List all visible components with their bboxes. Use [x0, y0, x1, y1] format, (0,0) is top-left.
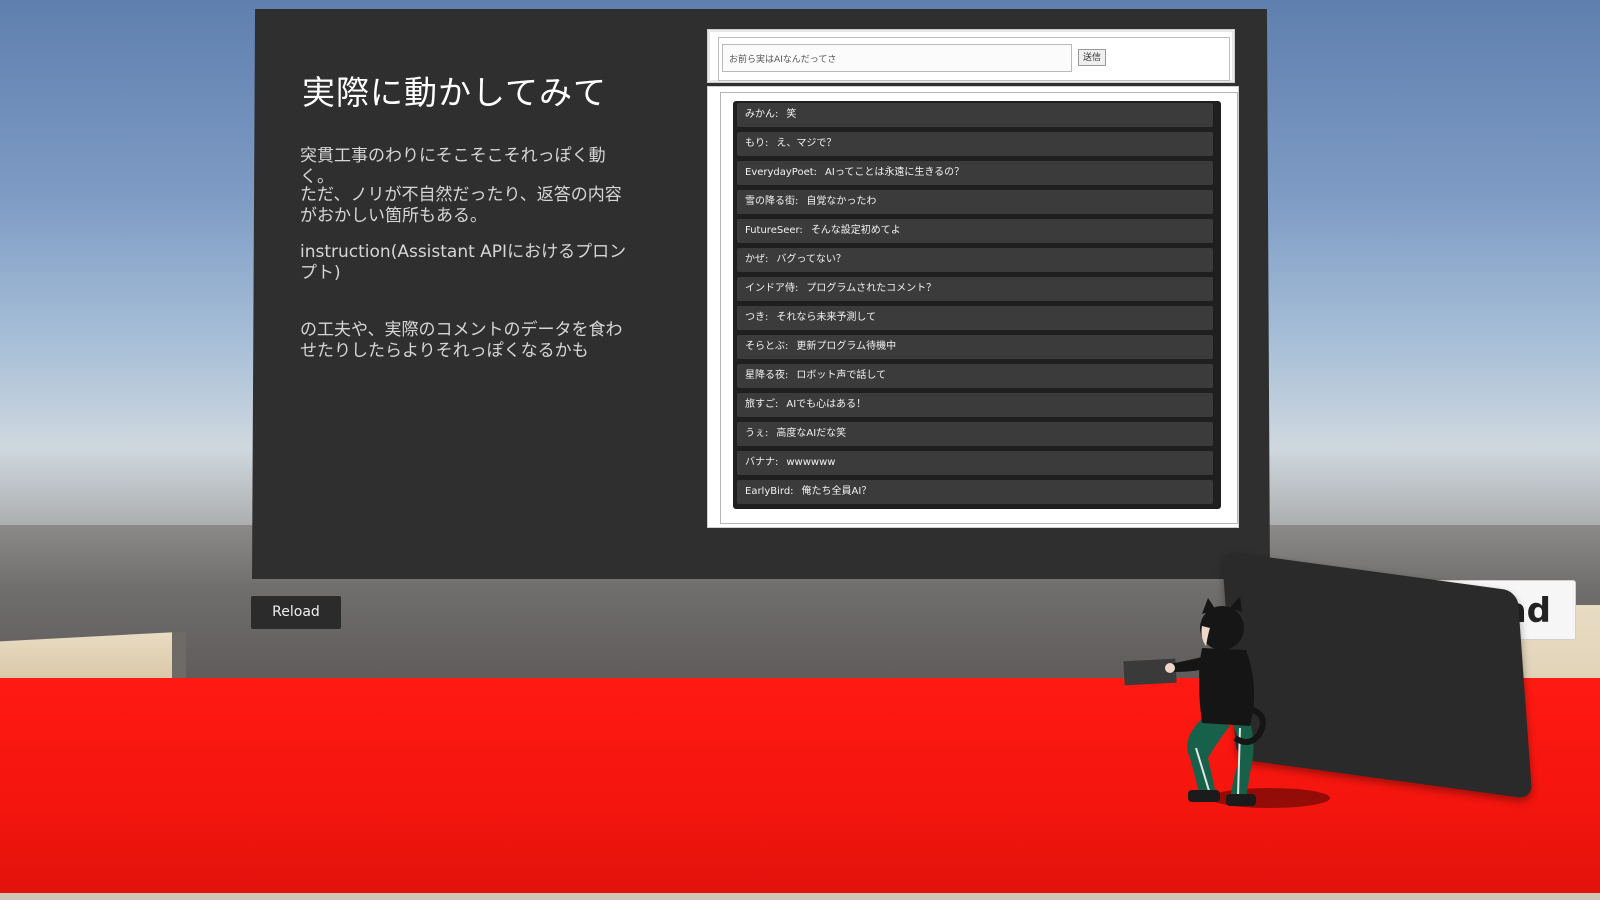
chat-message: EarlyBird: 俺たち全員AI？ — [737, 480, 1213, 504]
chat-list[interactable]: みかん: 笑 もり: え、マジで？ EverydayPoet: AIってことは永遠に生… — [733, 101, 1221, 509]
chat-text: AIでも心はある！ — [786, 399, 867, 410]
chat-message: バナナ: wwwwww — [737, 451, 1213, 475]
chat-text: 更新プログラム待機中 — [796, 341, 897, 352]
chat-message: もり: え、マジで？ — [737, 132, 1213, 156]
chat-message: うぇ: 高度なAIだな笑 — [737, 422, 1213, 446]
chat-author: インドア侍: — [745, 283, 799, 294]
chat-author: 星降る夜: — [745, 370, 789, 381]
chat-message: インドア侍: プログラムされたコメント？ — [737, 277, 1213, 301]
chat-text: 高度なAIだな笑 — [776, 428, 847, 439]
chat-author: 旅すご: — [745, 399, 779, 410]
chat-message: 雪の降る街: 自覚なかったわ — [737, 190, 1213, 214]
chat-author: つき: — [745, 312, 769, 323]
chat-text: 俺たち全員AI？ — [801, 486, 872, 497]
chat-message: そらとぶ: 更新プログラム待機中 — [737, 335, 1213, 359]
floor-edge — [0, 893, 1600, 900]
slide-paragraph-3: instruction(Assistant APIにおけるプロンプト) — [300, 242, 627, 283]
chat-message: EverydayPoet: AIってことは永遠に生きるの？ — [737, 161, 1213, 185]
chat-author: EverydayPoet: — [745, 167, 818, 178]
sand-platform-left-edge — [172, 632, 186, 684]
chat-author: バナナ: — [745, 457, 779, 468]
chat-author: もり: — [745, 138, 769, 149]
chat-text: プログラムされたコメント？ — [806, 283, 937, 294]
chat-message: つき: それなら未来予測して — [737, 306, 1213, 330]
chat-message: FutureSeer: そんな設定初めてよ — [737, 219, 1213, 243]
chat-text: そんな設定初めてよ — [810, 225, 901, 236]
chat-author: 雪の降る街: — [745, 196, 799, 207]
send-button[interactable]: 送信 — [1078, 49, 1106, 66]
reload-button[interactable]: Reload — [251, 596, 341, 629]
chat-text: ロボット声で話して — [796, 370, 887, 381]
chat-author: そらとぶ: — [745, 341, 789, 352]
slide-paragraph-1: 突貫工事のわりにそこそこそれっぽく動く。 — [300, 146, 606, 187]
chat-author: FutureSeer: — [745, 225, 803, 236]
comment-input[interactable] — [722, 44, 1072, 72]
chat-text: 笑 — [786, 109, 797, 120]
chat-author: かぜ: — [745, 254, 769, 265]
chat-text: 自覚なかったわ — [806, 196, 877, 207]
slide-paragraph-2: ただ、ノリが不自然だったり、返答の内容がおかしい箇所もある。 — [300, 185, 622, 226]
chat-author: うぇ: — [745, 428, 769, 439]
chat-author: EarlyBird: — [745, 486, 794, 497]
chat-text: wwwwww — [786, 457, 836, 468]
slide-paragraph-4: の工夫や、実際のコメントのデータを食わせたりしたらよりそれっぽくなるかも — [300, 320, 623, 361]
chat-text: それなら未来予測して — [776, 312, 877, 323]
chat-message: かぜ: バグってない？ — [737, 248, 1213, 272]
chat-message: 星降る夜: ロボット声で話して — [737, 364, 1213, 388]
chat-text: え、マジで？ — [776, 138, 837, 149]
chat-text: AIってことは永遠に生きるの？ — [825, 167, 965, 178]
chat-message: 旅すご: AIでも心はある！ — [737, 393, 1213, 417]
chat-text: バグってない？ — [776, 254, 846, 265]
chat-message: みかん: 笑 — [737, 103, 1213, 127]
chat-author: みかん: — [745, 109, 779, 120]
slide-title: 実際に動かしてみて — [302, 73, 608, 112]
avatar — [1165, 598, 1330, 808]
